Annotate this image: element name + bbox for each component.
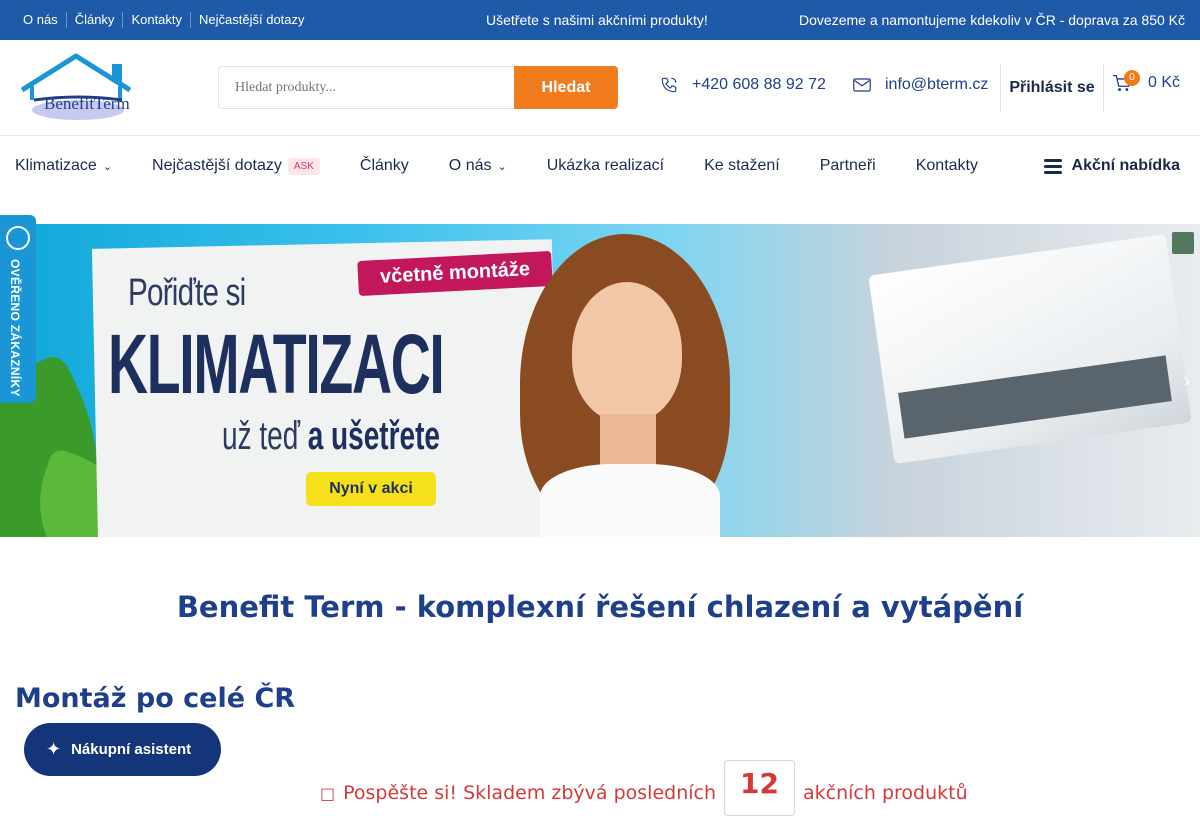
nav-item-air-conditioning[interactable]: Klimatizace ⌄	[15, 157, 112, 175]
chevron-down-icon: ⌄	[102, 160, 113, 173]
main-nav: Klimatizace ⌄ Nejčastější dotazy ASK Člá…	[0, 136, 1200, 196]
nav-item-articles[interactable]: Články	[360, 157, 409, 175]
phone-contact[interactable]: +420 608 88 92 72	[660, 76, 826, 94]
logo[interactable]: BenefitTerm	[18, 50, 138, 122]
search-button[interactable]: Hledat	[514, 66, 618, 109]
delivery-text: Dovezeme a namontujeme kdekoliv v ČR - d…	[799, 12, 1185, 28]
hero-line-1: Pořiďte si	[128, 272, 246, 314]
stock-alert-lead: Pospěšte si! Skladem zbývá posledních	[343, 782, 716, 804]
mail-icon	[853, 78, 871, 92]
fire-icon: □	[320, 784, 336, 803]
promo-text[interactable]: Ušetřete s našimi akčními produkty!	[486, 12, 708, 28]
shopping-assistant-label: Nákupní asistent	[71, 741, 192, 758]
email-address[interactable]: info@bterm.cz	[885, 76, 988, 94]
nav-label: O nás	[448, 157, 492, 174]
verified-label: OVĚŘENO ZÁKAZNÍKY	[8, 259, 22, 397]
chevron-down-icon: ⌄	[497, 160, 507, 173]
stock-alert-tail: akčních produktů	[803, 782, 968, 804]
cart-count-badge: 0	[1124, 70, 1140, 86]
brand-name: BenefitTerm	[44, 94, 130, 113]
top-link-about[interactable]: O nás	[15, 12, 66, 28]
nav-label: Ukázka realizací	[546, 157, 665, 174]
login-button[interactable]: Přihlásit se	[1000, 64, 1104, 112]
hero-cta-button[interactable]: Nyní v akci	[306, 472, 436, 506]
phone-icon	[661, 77, 677, 93]
nav-item-downloads[interactable]: Ke stažení	[704, 157, 780, 175]
top-link-articles[interactable]: Články	[65, 12, 123, 28]
nav-item-faq[interactable]: Nejčastější dotazy ASK	[152, 157, 320, 175]
cart-total: 0 Kč	[1148, 74, 1181, 91]
email-contact[interactable]: info@bterm.cz	[853, 76, 988, 94]
phone-number[interactable]: +420 608 88 92 72	[692, 76, 826, 94]
verified-seal-icon	[6, 226, 30, 250]
nav-item-partners[interactable]: Partneři	[820, 157, 876, 175]
slider-control[interactable]	[1172, 232, 1194, 254]
nav-item-references[interactable]: Ukázka realizací	[547, 157, 664, 175]
nav-label: Nejčastější dotazy	[152, 157, 282, 174]
woman-shirt	[540, 464, 720, 537]
top-bar: O nás Články Kontakty Nejčastější dotazy…	[0, 0, 1200, 40]
top-link-contacts[interactable]: Kontakty	[122, 12, 190, 28]
menu-icon	[1043, 158, 1062, 174]
search-form: Hledat	[218, 66, 618, 109]
nav-item-about[interactable]: O nás ⌄	[449, 157, 507, 175]
woman-face	[572, 282, 682, 422]
chevron-right-icon[interactable]: ›	[1183, 370, 1190, 393]
page-title: Benefit Term - komplexní řešení chlazení…	[176, 590, 1024, 624]
search-input[interactable]	[218, 66, 514, 109]
nav-label: Ke stažení	[704, 157, 780, 174]
stock-alert: □ Pospěšte si! Skladem zbývá posledních …	[320, 760, 968, 816]
hero-line-2: KLIMATIZACI	[108, 317, 445, 411]
top-links: O nás Články Kontakty Nejčastější dotazy	[15, 0, 313, 40]
special-offer-label: Akční nabídka	[1071, 157, 1180, 174]
nav-label: Klimatizace	[15, 157, 97, 174]
nav-item-contacts[interactable]: Kontakty	[916, 157, 978, 175]
sparkle-icon: ✦	[46, 739, 62, 759]
section-heading: Montáž po celé ČR	[15, 683, 296, 714]
nav-label: Články	[359, 157, 409, 174]
ask-tag: ASK	[287, 157, 320, 175]
verified-by-customers-tab[interactable]: OVĚŘENO ZÁKAZNÍKY	[0, 215, 36, 403]
cart-button[interactable]: 0 0 Kč	[1112, 70, 1181, 92]
hero-line-3a: už teď	[222, 414, 300, 458]
stock-counter: 12	[724, 760, 795, 816]
hero-line-3b: a ušetřete	[307, 414, 440, 458]
shopping-assistant-button[interactable]: ✦ Nákupní asistent	[24, 723, 221, 776]
special-offer-menu[interactable]: Akční nabídka	[1043, 157, 1180, 175]
nav-label: Kontakty	[915, 157, 978, 174]
nav-label: Partneři	[819, 157, 876, 174]
top-link-faq[interactable]: Nejčastější dotazy	[190, 12, 313, 28]
header: BenefitTerm Hledat +420 608 88 92 72 inf…	[0, 40, 1200, 136]
hero-banner[interactable]: včetně montáže Pořiďte si KLIMATIZACI už…	[0, 224, 1200, 537]
hero-line-3: už teď a ušetřete	[222, 414, 440, 459]
